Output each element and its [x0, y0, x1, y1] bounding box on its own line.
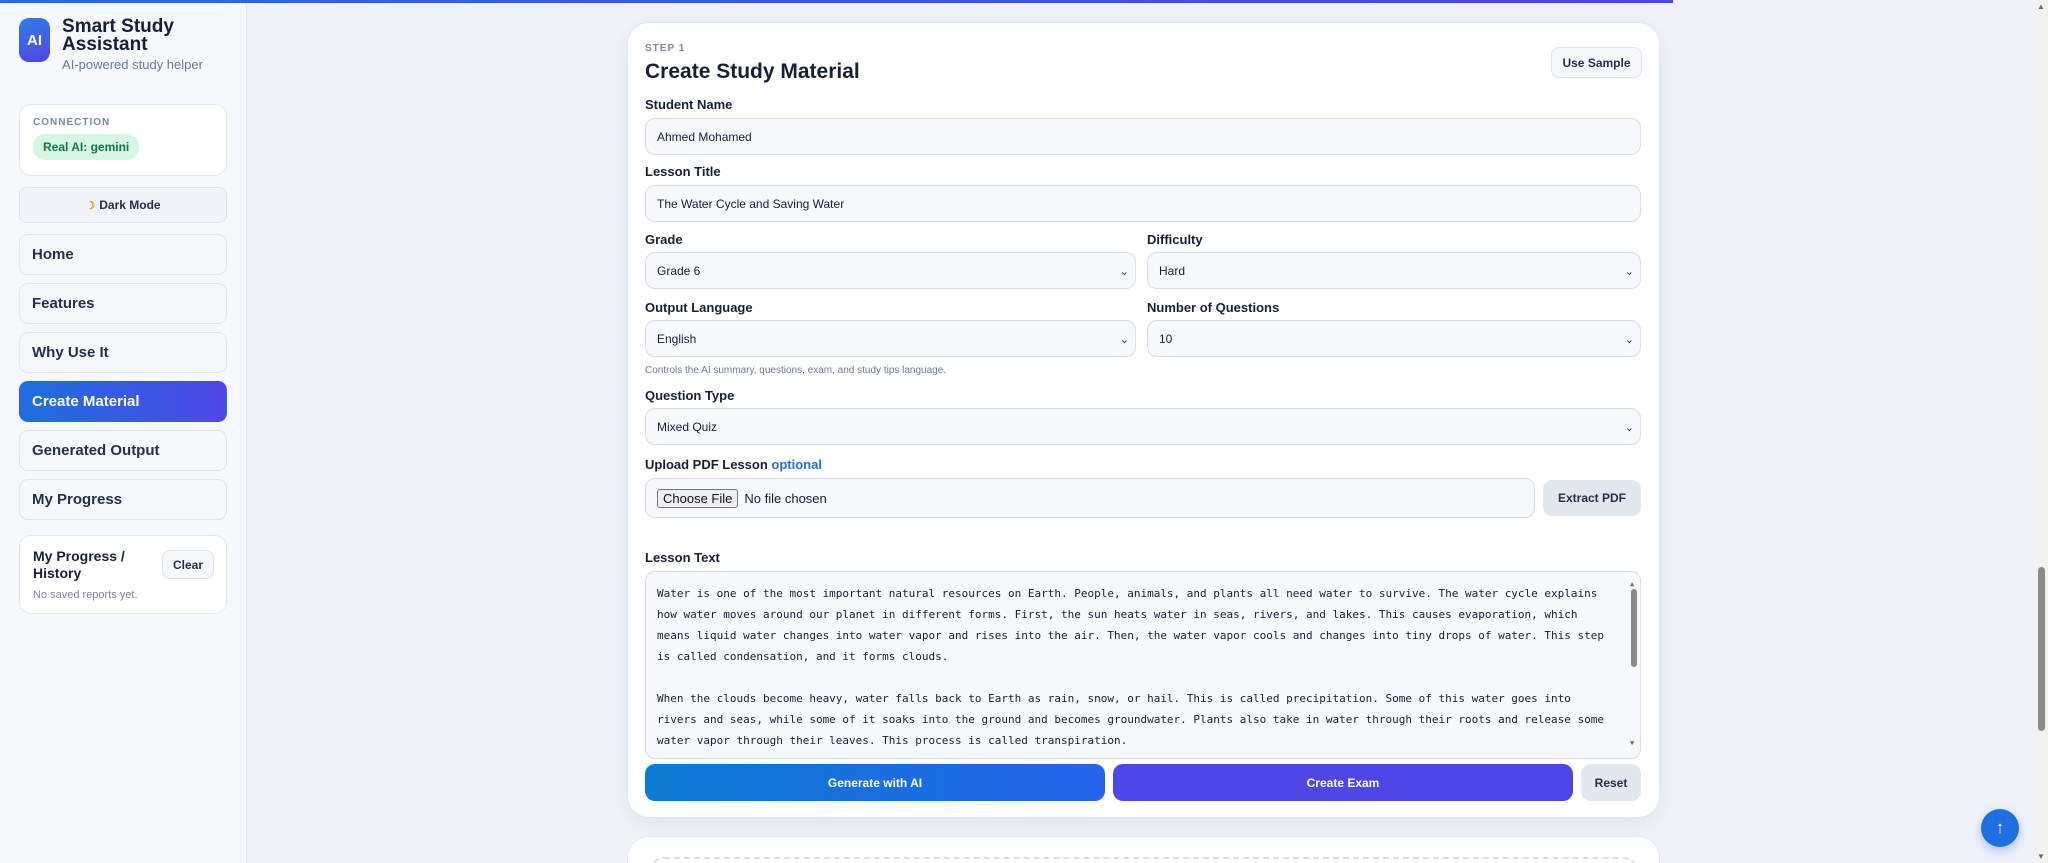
- nav-create-material[interactable]: Create Material: [19, 381, 227, 422]
- lesson-title-input[interactable]: The Water Cycle and Saving Water: [645, 185, 1641, 222]
- page-scrollbar[interactable]: ▲ ▼: [2035, 0, 2048, 863]
- history-title: My Progress / History: [33, 548, 125, 581]
- question-type-select[interactable]: Mixed Quiz ⌄: [645, 408, 1641, 445]
- dashed-placeholder: [648, 857, 1639, 863]
- connection-status-badge: Real AI: gemini: [33, 134, 140, 160]
- sidebar: AI Smart Study Assistant AI-powered stud…: [0, 0, 247, 863]
- next-section-card: [627, 836, 1660, 863]
- output-language-select[interactable]: English ⌄: [645, 320, 1136, 357]
- lesson-text-area[interactable]: Water is one of the most important natur…: [645, 571, 1641, 759]
- grade-label: Grade: [645, 232, 683, 247]
- page-title: Create Study Material: [645, 60, 860, 83]
- page-scroll-thumb[interactable]: [2038, 567, 2045, 731]
- connection-label: CONNECTION: [33, 117, 111, 128]
- brand-title: Smart Study Assistant: [62, 16, 174, 55]
- textarea-scroll-thumb[interactable]: [1631, 589, 1637, 667]
- question-type-value: Mixed Quiz: [657, 419, 718, 434]
- question-type-label: Question Type: [645, 388, 735, 403]
- use-sample-button[interactable]: Use Sample: [1551, 47, 1642, 78]
- output-language-value: English: [657, 331, 697, 346]
- output-language-label: Output Language: [645, 300, 753, 315]
- nav-my-progress[interactable]: My Progress: [19, 479, 227, 520]
- textarea-scrollbar[interactable]: ▲ ▼: [1630, 575, 1638, 753]
- upload-pdf-label-text: Upload PDF Lesson: [645, 457, 768, 472]
- extract-pdf-button[interactable]: Extract PDF: [1543, 480, 1641, 516]
- student-name-input[interactable]: Ahmed Mohamed: [645, 118, 1641, 155]
- question-count-label: Number of Questions: [1147, 300, 1280, 315]
- connection-card: CONNECTION Real AI: gemini: [19, 104, 227, 176]
- reset-button[interactable]: Reset: [1581, 764, 1641, 801]
- nav-features[interactable]: Features: [19, 283, 227, 324]
- history-empty-text: No saved reports yet.: [33, 589, 138, 601]
- history-card: My Progress / History No saved reports y…: [19, 535, 227, 614]
- lesson-text-paragraph: When the clouds become heavy, water fall…: [657, 692, 1605, 747]
- chevron-down-icon: ⌄: [1624, 334, 1634, 346]
- brand-subtitle: AI-powered study helper: [62, 57, 203, 72]
- top-progress-bar: [0, 0, 1673, 3]
- nav-why-use-it[interactable]: Why Use It: [19, 332, 227, 373]
- question-count-value: 10: [1159, 331, 1173, 346]
- brand-logo: AI: [19, 18, 51, 62]
- language-hint: Controls the AI summary, questions, exam…: [645, 365, 947, 376]
- chevron-down-icon: ⌄: [1119, 266, 1129, 278]
- step-label: STEP 1: [645, 43, 686, 54]
- scroll-down-icon[interactable]: ▼: [1630, 733, 1634, 754]
- difficulty-select[interactable]: Hard ⌄: [1147, 252, 1641, 289]
- student-name-label: Student Name: [645, 97, 733, 112]
- clear-history-button[interactable]: Clear: [162, 550, 214, 579]
- generate-with-ai-button[interactable]: Generate with AI: [645, 764, 1105, 801]
- scroll-up-icon[interactable]: ▲: [2037, 2, 2045, 11]
- difficulty-value: Hard: [1159, 263, 1186, 278]
- dark-mode-button[interactable]: ☽ Dark Mode: [19, 187, 227, 223]
- lesson-text-paragraph: Water is one of the most important natur…: [657, 587, 1605, 663]
- file-status: No file chosen: [744, 490, 827, 506]
- grade-select[interactable]: Grade 6 ⌄: [645, 252, 1136, 289]
- choose-file-button[interactable]: Choose File: [657, 488, 739, 508]
- lesson-title-label: Lesson Title: [645, 164, 721, 179]
- chevron-down-icon: ⌄: [1119, 334, 1129, 346]
- lesson-text-label: Lesson Text: [645, 550, 720, 565]
- chevron-down-icon: ⌄: [1624, 266, 1634, 278]
- scroll-to-top-button[interactable]: ↑: [1981, 809, 2019, 847]
- nav-home[interactable]: Home: [19, 234, 227, 275]
- create-exam-button[interactable]: Create Exam: [1113, 764, 1573, 801]
- pdf-file-input[interactable]: Choose File No file chosen: [645, 478, 1535, 518]
- create-material-card: STEP 1 Create Study Material Use Sample …: [627, 22, 1660, 818]
- upload-pdf-label: Upload PDF Lesson optional: [645, 457, 822, 472]
- question-count-select[interactable]: 10 ⌄: [1147, 320, 1641, 357]
- scroll-down-icon[interactable]: ▼: [2037, 852, 2045, 861]
- difficulty-label: Difficulty: [1147, 232, 1203, 247]
- dark-mode-label: Dark Mode: [99, 198, 161, 212]
- optional-tag: optional: [771, 457, 822, 472]
- moon-icon: ☽: [85, 199, 96, 212]
- brand: AI Smart Study Assistant AI-powered stud…: [19, 16, 227, 84]
- nav-generated-output[interactable]: Generated Output: [19, 430, 227, 471]
- grade-value: Grade 6: [657, 263, 701, 278]
- chevron-down-icon: ⌄: [1624, 422, 1634, 434]
